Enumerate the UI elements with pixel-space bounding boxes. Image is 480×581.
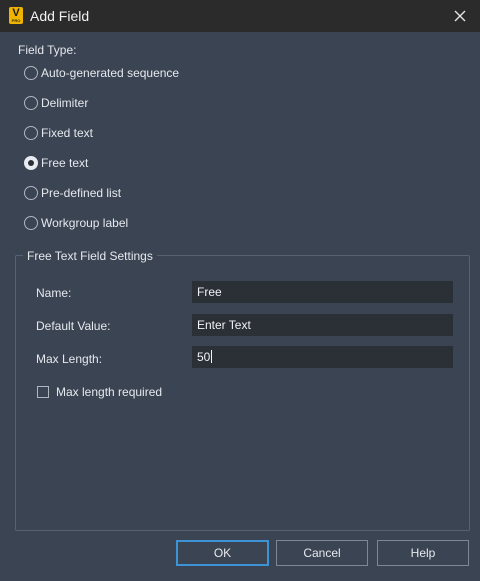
- radio-circle-selected[interactable]: [24, 156, 38, 170]
- dialog-body: Field Type: Auto-generated sequence Deli…: [0, 32, 480, 581]
- radio-free-text[interactable]: Free text: [24, 154, 88, 172]
- help-button[interactable]: Help: [377, 540, 469, 566]
- radio-auto-generated-sequence[interactable]: Auto-generated sequence: [24, 64, 179, 82]
- radio-circle[interactable]: [24, 126, 38, 140]
- radio-label: Workgroup label: [41, 216, 129, 230]
- title-bar: V PRO Add Field: [0, 0, 480, 32]
- radio-label: Fixed text: [41, 126, 94, 140]
- app-logo-icon: V PRO: [9, 7, 23, 24]
- radio-label: Delimiter: [41, 96, 89, 110]
- radio-delimiter[interactable]: Delimiter: [24, 94, 88, 112]
- radio-workgroup-label[interactable]: Workgroup label: [24, 214, 128, 232]
- ok-button[interactable]: OK: [176, 540, 269, 566]
- radio-circle[interactable]: [24, 66, 38, 80]
- radio-label: Free text: [41, 156, 89, 170]
- checkbox-label: Max length required: [56, 385, 163, 399]
- max-length-input[interactable]: 50: [192, 346, 453, 368]
- text-caret: [211, 350, 213, 363]
- radio-circle[interactable]: [24, 186, 38, 200]
- window-title: Add Field: [30, 8, 90, 24]
- field-type-label: Field Type:: [18, 43, 77, 57]
- radio-label: Auto-generated sequence: [41, 66, 180, 80]
- default-value-label: Default Value:: [36, 319, 111, 333]
- radio-circle[interactable]: [24, 216, 38, 230]
- close-icon: [454, 10, 466, 22]
- max-length-input-value: 50: [197, 350, 211, 364]
- radio-fixed-text[interactable]: Fixed text: [24, 124, 93, 142]
- max-length-required-checkbox[interactable]: Max length required: [37, 385, 162, 399]
- radio-label: Pre-defined list: [41, 186, 122, 200]
- close-button[interactable]: [448, 4, 472, 28]
- cancel-button[interactable]: Cancel: [276, 540, 368, 566]
- name-input[interactable]: Free: [192, 281, 453, 303]
- settings-group-title: Free Text Field Settings: [23, 249, 157, 263]
- default-value-input-value: Enter Text: [197, 318, 251, 332]
- name-label: Name:: [36, 286, 72, 300]
- max-length-label: Max Length:: [36, 352, 103, 366]
- name-input-value: Free: [197, 285, 222, 299]
- radio-pre-defined-list[interactable]: Pre-defined list: [24, 184, 121, 202]
- radio-circle[interactable]: [24, 96, 38, 110]
- checkbox-box[interactable]: [37, 386, 49, 398]
- app-logo-sub: PRO: [11, 18, 21, 23]
- default-value-input[interactable]: Enter Text: [192, 314, 453, 336]
